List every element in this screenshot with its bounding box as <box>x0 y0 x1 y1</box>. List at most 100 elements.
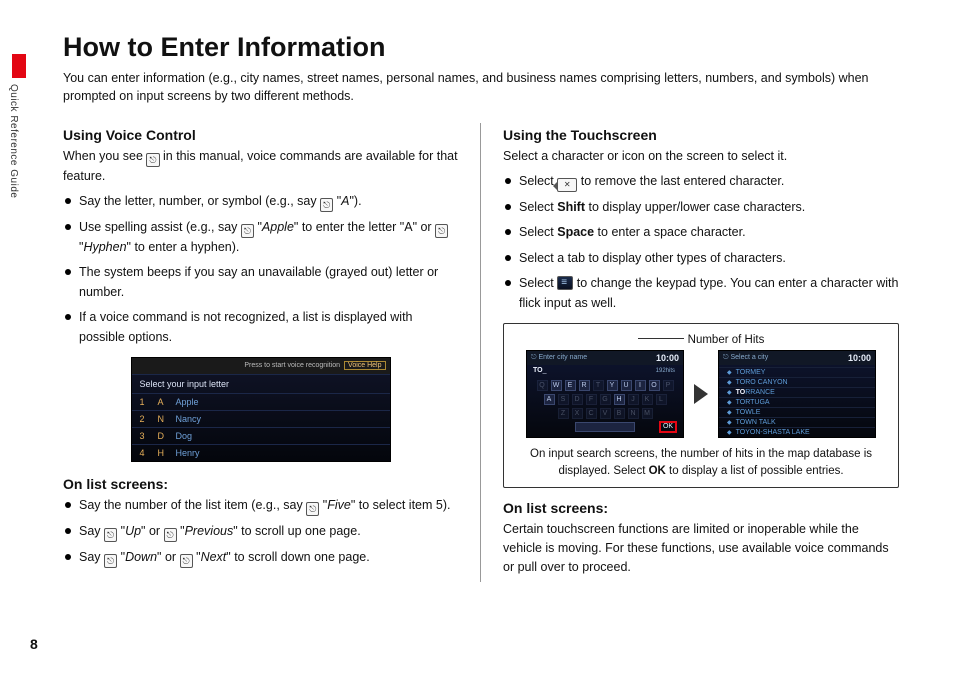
voice-icon: ⎋ <box>146 153 159 167</box>
key-n[interactable]: N <box>628 408 639 419</box>
voice-icon: ⎋ <box>164 528 177 542</box>
row-num: 4 <box>140 448 150 458</box>
text: to display upper/lower case characters. <box>585 200 805 214</box>
key-name: Shift <box>557 200 585 214</box>
key-i[interactable]: I <box>635 380 646 391</box>
voice-icon: ⎋ <box>104 554 117 568</box>
bullet: Say ⎋ "Down" or ⎋ "Next" to scroll down … <box>63 548 458 568</box>
text: Say <box>79 550 104 564</box>
heading-touchscreen: Using the Touchscreen <box>503 127 899 143</box>
key-m[interactable]: M <box>642 408 653 419</box>
heading-on-list-screens: On list screens: <box>63 476 458 492</box>
screenshot-keyboard: ⎋ Enter city name 10:00 192hits TO_ QWER… <box>526 350 684 438</box>
shot1-clock: 10:00 <box>656 353 679 363</box>
vc-row[interactable]: 1AApple <box>132 393 390 410</box>
key-z[interactable]: Z <box>558 408 569 419</box>
key-name: Space <box>557 225 594 239</box>
list-item[interactable]: TOWLE <box>719 407 875 417</box>
text: to enter a space character. <box>594 225 745 239</box>
keypad-icon <box>557 276 573 290</box>
text: Use spelling assist (e.g., say <box>79 220 241 234</box>
bullet: Use spelling assist (e.g., say ⎋ "Apple"… <box>63 218 458 257</box>
bullet: Say the number of the list item (e.g., s… <box>63 496 458 516</box>
key-q[interactable]: Q <box>537 380 548 391</box>
left-column: Using Voice Control When you see ⎋ in th… <box>63 123 481 582</box>
list-item[interactable]: TORMEY <box>719 367 875 377</box>
voice-command: Hyphen <box>83 240 126 254</box>
text: to select item 5). <box>355 498 450 512</box>
bullet: Select Shift to display upper/lower case… <box>503 198 899 217</box>
ok-button[interactable]: OK <box>659 421 677 433</box>
text: or <box>161 550 179 564</box>
voice-icon: ⎋ <box>320 198 333 212</box>
row-letter: N <box>158 414 168 424</box>
key-s[interactable]: S <box>558 394 569 405</box>
voice-screen-illustration: Press to start voice recognition Voice H… <box>131 357 391 462</box>
page-title: How to Enter Information <box>63 32 899 63</box>
shot1-bar: ⎋ Enter city name 10:00 <box>527 351 683 365</box>
voice-command: Next <box>201 550 227 564</box>
list-item[interactable]: TORTUGA <box>719 397 875 407</box>
vc-row[interactable]: 2NNancy <box>132 410 390 427</box>
row-word: Nancy <box>176 414 202 424</box>
text: to enter the letter "A" or <box>298 220 435 234</box>
callout-note: On input search screens, the number of h… <box>516 446 886 479</box>
key-p[interactable]: P <box>663 380 674 391</box>
list-item[interactable]: TOWN TALK <box>719 417 875 427</box>
key-k[interactable]: K <box>642 394 653 405</box>
heading-on-list-screens-right: On list screens: <box>503 500 899 516</box>
voice-command: Down <box>125 550 157 564</box>
key-x[interactable]: X <box>572 408 583 419</box>
key-b[interactable]: B <box>614 408 625 419</box>
key-l[interactable]: L <box>656 394 667 405</box>
key-w[interactable]: W <box>551 380 562 391</box>
key-d[interactable]: D <box>572 394 583 405</box>
key-h[interactable]: H <box>614 394 625 405</box>
list-item[interactable]: TORO CANYON <box>719 377 875 387</box>
text: Select <box>519 174 557 188</box>
key-t[interactable]: T <box>593 380 604 391</box>
key-u[interactable]: U <box>621 380 632 391</box>
columns: Using Voice Control When you see ⎋ in th… <box>63 123 899 582</box>
screenshot-city-list: ⎋ Select a city 10:00 TORMEYTORO CANYONT… <box>718 350 876 438</box>
text: Say <box>79 524 104 538</box>
space-key[interactable] <box>575 422 635 432</box>
entry-text: TO <box>533 367 543 374</box>
text: Select <box>519 225 557 239</box>
key-j[interactable]: J <box>628 394 639 405</box>
shot2-bar: ⎋ Select a city 10:00 <box>719 351 875 365</box>
vc-row[interactable]: 3DDog <box>132 427 390 444</box>
voice-icon: ⎋ <box>306 502 319 516</box>
key-g[interactable]: G <box>600 394 611 405</box>
voice-bullets: Say the letter, number, or symbol (e.g.,… <box>63 192 458 347</box>
bullet: Select ✕ to remove the last entered char… <box>503 172 899 192</box>
key-y[interactable]: Y <box>607 380 618 391</box>
shot1-title: Enter city name <box>538 354 587 361</box>
delete-icon: ✕ <box>557 178 577 192</box>
key-r[interactable]: R <box>579 380 590 391</box>
row-letter: D <box>158 431 168 441</box>
text: Select <box>519 200 557 214</box>
text: Say the number of the list item (e.g., s… <box>79 498 306 512</box>
row-letter: A <box>158 397 168 407</box>
key-c[interactable]: C <box>586 408 597 419</box>
key-a[interactable]: A <box>544 394 555 405</box>
shot2-clock: 10:00 <box>848 353 871 363</box>
list-item[interactable]: TORRANCE <box>719 387 875 397</box>
key-f[interactable]: F <box>586 394 597 405</box>
voice-help-button[interactable]: Voice Help <box>344 361 385 370</box>
arrow-right-icon <box>694 384 708 404</box>
vc-row[interactable]: 4HHenry <box>132 444 390 461</box>
vc-message: Press to start voice recognition <box>244 362 340 369</box>
bullet: Select to change the keypad type. You ca… <box>503 274 899 313</box>
side-label: Quick Reference Guide <box>8 84 19 198</box>
text: to scroll down one page. <box>231 550 370 564</box>
key-e[interactable]: E <box>565 380 576 391</box>
vc-heading: Select your input letter <box>132 374 390 393</box>
key-v[interactable]: V <box>600 408 611 419</box>
list-item[interactable]: TOYON-SHASTA LAKE <box>719 427 875 437</box>
text: to display a list of possible entries. <box>666 465 844 477</box>
bullet: Select a tab to display other types of c… <box>503 249 899 268</box>
key-o[interactable]: O <box>649 380 660 391</box>
row-word: Apple <box>176 397 199 407</box>
